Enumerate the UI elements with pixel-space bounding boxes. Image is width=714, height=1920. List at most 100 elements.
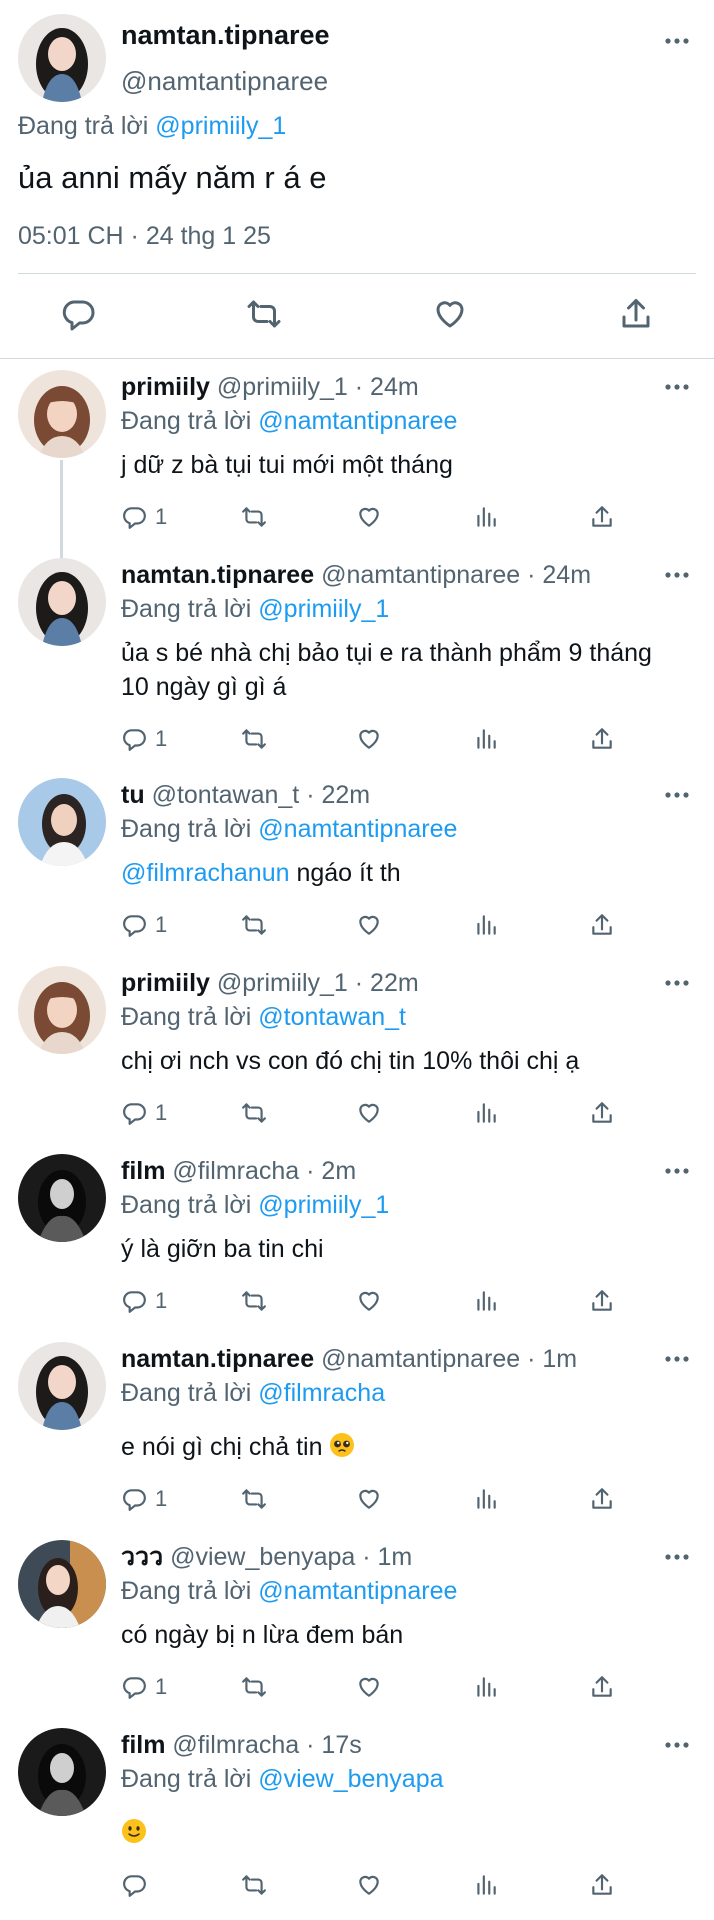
- tweet-actions: 1: [121, 722, 621, 756]
- retweet-button[interactable]: [239, 908, 269, 942]
- avatar[interactable]: [18, 1342, 106, 1430]
- share-icon: [622, 299, 650, 328]
- views-button[interactable]: [473, 500, 499, 534]
- replying-to-link[interactable]: @view_benyapa: [258, 1765, 443, 1793]
- more-options-icon[interactable]: [664, 1552, 690, 1562]
- reply-count: 1: [155, 1674, 168, 1699]
- retweet-button[interactable]: [239, 1096, 269, 1130]
- replying-to-link[interactable]: @namtantipnaree: [258, 407, 457, 435]
- user-handle[interactable]: @namtantipnaree: [121, 66, 328, 97]
- like-button[interactable]: [355, 500, 383, 534]
- display-name[interactable]: namtan.tipnaree: [121, 1345, 314, 1373]
- replying-to-link[interactable]: @primiily_1: [258, 595, 389, 623]
- more-options-icon[interactable]: [664, 36, 690, 46]
- share-button[interactable]: [589, 1284, 615, 1318]
- reply-button[interactable]: 1: [121, 1096, 167, 1130]
- handle-and-time[interactable]: @tontawan_t · 22m: [152, 781, 371, 809]
- retweet-button[interactable]: [244, 294, 284, 334]
- handle-and-time[interactable]: @primiily_1 · 24m: [217, 373, 419, 401]
- handle-and-time[interactable]: @namtantipnaree · 1m: [321, 1345, 577, 1373]
- like-button[interactable]: [355, 1284, 383, 1318]
- retweet-button[interactable]: [239, 722, 269, 756]
- more-options-icon[interactable]: [664, 978, 690, 988]
- avatar[interactable]: [18, 370, 106, 458]
- display-name[interactable]: tu: [121, 781, 145, 809]
- share-button[interactable]: [589, 908, 615, 942]
- retweet-button[interactable]: [239, 1284, 269, 1318]
- like-button[interactable]: [355, 1482, 383, 1516]
- reply-button[interactable]: 1: [121, 1482, 167, 1516]
- handle-and-time[interactable]: @view_benyapa · 1m: [170, 1543, 412, 1571]
- reply-button[interactable]: 1: [121, 1670, 167, 1704]
- handle-and-time[interactable]: @primiily_1 · 22m: [217, 969, 419, 997]
- retweet-button[interactable]: [239, 1868, 269, 1902]
- views-button[interactable]: [473, 722, 499, 756]
- like-button[interactable]: [355, 722, 383, 756]
- avatar[interactable]: [18, 558, 106, 646]
- handle-and-time[interactable]: @filmracha · 17s: [172, 1731, 361, 1759]
- like-button[interactable]: [355, 1096, 383, 1130]
- display-name[interactable]: namtan.tipnaree: [121, 20, 330, 51]
- more-options-icon[interactable]: [664, 570, 690, 580]
- views-button[interactable]: [473, 1096, 499, 1130]
- display-name[interactable]: primiily: [121, 373, 210, 401]
- display-name[interactable]: ววว: [121, 1543, 163, 1571]
- more-options-icon[interactable]: [664, 1740, 690, 1750]
- share-icon: [589, 726, 615, 752]
- tweet-actions: 1: [121, 1096, 621, 1130]
- handle-and-time[interactable]: @filmracha · 2m: [172, 1157, 356, 1185]
- share-button[interactable]: [589, 500, 615, 534]
- replying-to-link[interactable]: @filmracha: [258, 1379, 385, 1407]
- share-button[interactable]: [589, 722, 615, 756]
- avatar[interactable]: [18, 1154, 106, 1242]
- share-button[interactable]: [589, 1482, 615, 1516]
- views-button[interactable]: [473, 908, 499, 942]
- retweet-button[interactable]: [239, 1670, 269, 1704]
- mention-link[interactable]: @filmrachanun: [121, 859, 290, 887]
- views-button[interactable]: [473, 1670, 499, 1704]
- views-button[interactable]: [473, 1482, 499, 1516]
- display-name[interactable]: primiily: [121, 969, 210, 997]
- like-button[interactable]: [355, 1868, 383, 1902]
- views-button[interactable]: [473, 1284, 499, 1318]
- reply-button[interactable]: [121, 1868, 147, 1902]
- more-options-icon[interactable]: [664, 1354, 690, 1364]
- avatar[interactable]: [18, 966, 106, 1054]
- replying-label: Đang trả lời: [121, 1379, 252, 1407]
- reply-button[interactable]: 1: [121, 908, 167, 942]
- tweet-text: j dữ z bà tụi tui mới một tháng: [121, 448, 681, 482]
- like-button[interactable]: [355, 1670, 383, 1704]
- reply-button[interactable]: 1: [121, 722, 167, 756]
- avatar[interactable]: [18, 1728, 106, 1816]
- like-button[interactable]: [355, 908, 383, 942]
- retweet-icon: [239, 1100, 269, 1126]
- replying-to-link[interactable]: @primiily_1: [155, 112, 286, 140]
- handle-and-time[interactable]: @namtantipnaree · 24m: [321, 561, 591, 589]
- share-button[interactable]: [589, 1868, 615, 1902]
- avatar[interactable]: [18, 14, 106, 102]
- more-options-icon[interactable]: [664, 382, 690, 392]
- replying-to-link[interactable]: @tontawan_t: [258, 1003, 406, 1031]
- tweet-timestamp[interactable]: 05:01 CH · 24 thg 1 25: [18, 222, 271, 251]
- display-name[interactable]: namtan.tipnaree: [121, 561, 314, 589]
- share-button[interactable]: [589, 1670, 615, 1704]
- display-name[interactable]: film: [121, 1157, 165, 1185]
- views-button[interactable]: [473, 1868, 499, 1902]
- share-button[interactable]: [589, 1096, 615, 1130]
- reply-icon: [121, 1288, 147, 1314]
- replying-to-link[interactable]: @namtantipnaree: [258, 1577, 457, 1605]
- reply-button[interactable]: 1: [121, 1284, 167, 1318]
- replying-to-link[interactable]: @primiily_1: [258, 1191, 389, 1219]
- avatar[interactable]: [18, 778, 106, 866]
- share-button[interactable]: [616, 294, 656, 334]
- more-options-icon[interactable]: [664, 1166, 690, 1176]
- retweet-button[interactable]: [239, 1482, 269, 1516]
- more-options-icon[interactable]: [664, 790, 690, 800]
- retweet-button[interactable]: [239, 500, 269, 534]
- reply-button[interactable]: 1: [121, 500, 167, 534]
- replying-to-link[interactable]: @namtantipnaree: [258, 815, 457, 843]
- reply-button[interactable]: [58, 294, 98, 334]
- avatar[interactable]: [18, 1540, 106, 1628]
- display-name[interactable]: film: [121, 1731, 165, 1759]
- like-button[interactable]: [430, 294, 470, 334]
